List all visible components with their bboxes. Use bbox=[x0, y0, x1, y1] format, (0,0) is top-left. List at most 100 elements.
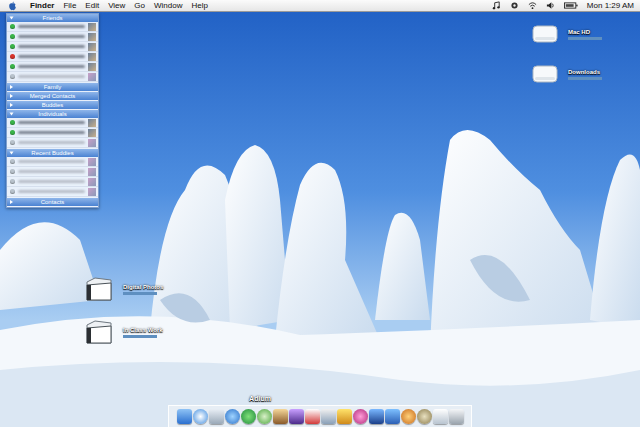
contact-row[interactable] bbox=[7, 52, 98, 62]
battery-icon[interactable] bbox=[564, 1, 578, 10]
group-header[interactable]: Friends bbox=[7, 14, 98, 22]
menu-item[interactable]: File bbox=[63, 1, 76, 10]
photoshop-icon[interactable] bbox=[369, 409, 384, 424]
group-header[interactable]: Merged Contacts bbox=[7, 92, 98, 100]
group-header[interactable]: Buddies bbox=[7, 101, 98, 109]
contact-row[interactable] bbox=[7, 157, 98, 167]
gear-icon[interactable] bbox=[510, 1, 519, 10]
status-dot-icon bbox=[10, 34, 15, 39]
itunes-icon[interactable] bbox=[257, 409, 272, 424]
menu-item[interactable]: Edit bbox=[85, 1, 99, 10]
menu-bar: Finder File Edit View Go Window Help Mon 1:29 A… bbox=[0, 0, 640, 12]
contact-group: Family bbox=[7, 83, 98, 91]
desktop-icon[interactable]: Mac HD bbox=[532, 22, 602, 46]
blurred-name bbox=[18, 180, 85, 183]
status-dot-icon bbox=[10, 120, 15, 125]
desktop-icon-title: In Class Work bbox=[123, 327, 163, 333]
contact-row[interactable] bbox=[7, 118, 98, 128]
contact-row[interactable] bbox=[7, 167, 98, 177]
desktop-icon-title: Downloads bbox=[568, 69, 602, 75]
folder-icon[interactable] bbox=[85, 276, 113, 302]
documents-icon[interactable] bbox=[433, 409, 448, 424]
status-dot-icon bbox=[10, 130, 15, 135]
imovie-icon[interactable] bbox=[289, 409, 304, 424]
finder-icon[interactable] bbox=[177, 409, 192, 424]
contact-row[interactable] bbox=[7, 32, 98, 42]
blurred-name bbox=[18, 160, 85, 163]
group-name: Buddies bbox=[42, 101, 64, 109]
ical-icon[interactable] bbox=[305, 409, 320, 424]
blurred-name bbox=[18, 45, 85, 48]
group-header[interactable]: Recent Buddies bbox=[7, 149, 98, 157]
avatar-icon bbox=[88, 158, 96, 166]
status-dot-icon bbox=[10, 159, 15, 164]
preview-icon[interactable] bbox=[321, 409, 336, 424]
apple-icon[interactable] bbox=[8, 1, 17, 11]
desktop-icon[interactable]: Digital Photos bbox=[85, 276, 163, 302]
adium-icon[interactable] bbox=[241, 409, 256, 424]
blurred-name bbox=[18, 25, 85, 28]
contact-row[interactable] bbox=[7, 42, 98, 52]
safari-icon[interactable] bbox=[193, 409, 208, 424]
hard-drive-icon[interactable] bbox=[532, 22, 558, 46]
menu-item[interactable]: View bbox=[108, 1, 125, 10]
clock[interactable]: Mon 1:29 AM bbox=[587, 1, 634, 10]
avatar-icon bbox=[88, 119, 96, 127]
ichat-icon[interactable] bbox=[225, 409, 240, 424]
desktop-icon-label: Digital Photos bbox=[123, 284, 163, 295]
group-header[interactable]: Individuals bbox=[7, 110, 98, 118]
system-icon[interactable] bbox=[417, 409, 432, 424]
book-icon[interactable] bbox=[385, 409, 400, 424]
contact-group: Contacts bbox=[7, 198, 98, 206]
trash-icon[interactable] bbox=[449, 409, 464, 424]
avatar-icon bbox=[88, 129, 96, 137]
hard-drive-icon[interactable] bbox=[532, 62, 558, 86]
blurred-name bbox=[18, 170, 85, 173]
menu-item[interactable]: Window bbox=[154, 1, 182, 10]
status-dot-icon bbox=[10, 189, 15, 194]
contact-row[interactable] bbox=[7, 22, 98, 32]
desktop-icon[interactable]: In Class Work bbox=[85, 319, 163, 345]
mail-icon[interactable] bbox=[209, 409, 224, 424]
volume-icon[interactable] bbox=[546, 1, 555, 10]
wifi-icon[interactable] bbox=[528, 1, 537, 10]
contact-row[interactable] bbox=[7, 72, 98, 82]
pencil-icon[interactable] bbox=[337, 409, 352, 424]
app-menu[interactable]: Finder bbox=[30, 1, 54, 10]
contact-row[interactable] bbox=[7, 177, 98, 187]
disclosure-icon[interactable] bbox=[10, 103, 13, 107]
disclosure-icon[interactable] bbox=[10, 17, 14, 20]
iphoto-icon[interactable] bbox=[273, 409, 288, 424]
contact-group: Individuals bbox=[7, 110, 98, 148]
menu-item[interactable]: Help bbox=[191, 1, 207, 10]
disclosure-icon[interactable] bbox=[10, 113, 14, 116]
disclosure-icon[interactable] bbox=[10, 85, 13, 89]
contact-group: Merged Contacts bbox=[7, 92, 98, 100]
avatar-icon bbox=[88, 63, 96, 71]
avatar-icon bbox=[88, 23, 96, 31]
contact-row[interactable] bbox=[7, 138, 98, 148]
status-dot-icon bbox=[10, 74, 15, 79]
contact-row[interactable] bbox=[7, 187, 98, 197]
flower-icon[interactable] bbox=[353, 409, 368, 424]
contact-row[interactable] bbox=[7, 62, 98, 72]
disclosure-icon[interactable] bbox=[10, 200, 13, 204]
group-name: Contacts bbox=[41, 198, 65, 206]
contact-row[interactable] bbox=[7, 128, 98, 138]
dock bbox=[168, 405, 472, 427]
menu-item[interactable]: Go bbox=[134, 1, 145, 10]
orange-icon[interactable] bbox=[401, 409, 416, 424]
status-dot-icon bbox=[10, 140, 15, 145]
folder-icon[interactable] bbox=[85, 319, 113, 345]
buddy-list: Friends FamilyMerged ContactsBuddiesIndiv… bbox=[6, 13, 99, 208]
contact-group: Recent Buddies bbox=[7, 149, 98, 197]
group-header[interactable]: Family bbox=[7, 83, 98, 91]
blurred-name bbox=[18, 75, 85, 78]
avatar-icon bbox=[88, 139, 96, 147]
desktop-icon[interactable]: Downloads bbox=[532, 62, 602, 86]
group-header[interactable]: Contacts bbox=[7, 198, 98, 206]
desktop-icon-title: Mac HD bbox=[568, 29, 602, 35]
disclosure-icon[interactable] bbox=[10, 152, 14, 155]
music-note-icon[interactable] bbox=[492, 1, 501, 10]
disclosure-icon[interactable] bbox=[10, 94, 13, 98]
